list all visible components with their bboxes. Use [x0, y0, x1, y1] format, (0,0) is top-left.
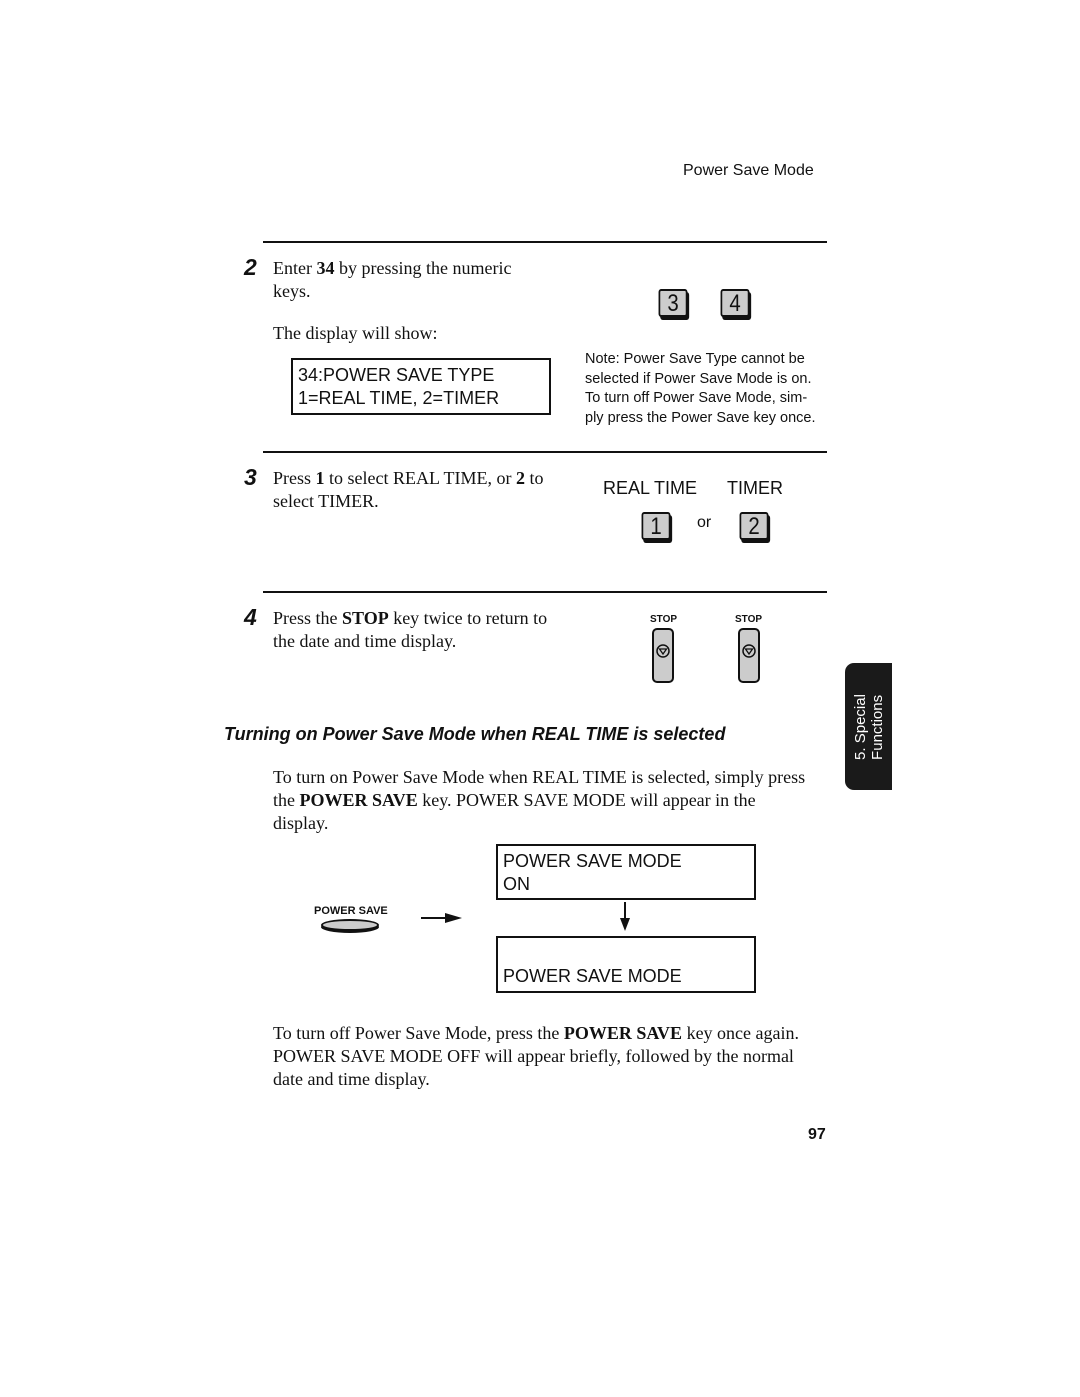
paragraph: To turn off Power Save Mode, press the P… [273, 1022, 813, 1091]
label-real-time: REAL TIME [603, 478, 698, 498]
note-line: ply press the Power Save key once. [585, 409, 816, 426]
lcd-line: POWER SAVE MODE [503, 966, 682, 986]
step-number: 4 [244, 604, 257, 630]
stop-icon [656, 644, 670, 658]
note-line: To turn off Power Save Mode, sim- [585, 390, 808, 406]
stop-label: STOP [735, 614, 763, 625]
stop-icon [742, 644, 756, 658]
text: Press the [273, 608, 342, 628]
stop-key [652, 628, 674, 683]
or-text: or [697, 514, 712, 531]
lcd-display: POWER SAVE MODE [496, 936, 756, 993]
key-4: 4 [720, 289, 750, 317]
text-bold: STOP [342, 608, 389, 628]
divider [263, 451, 827, 453]
text: Enter [273, 258, 317, 278]
power-save-key [321, 919, 379, 931]
lcd-line: 1=REAL TIME, 2=TIMER [298, 388, 500, 408]
key-1: 1 [641, 512, 671, 540]
manual-page: Power Save Mode 2 Enter 34 by pressing t… [0, 0, 1080, 1397]
step-number: 3 [244, 464, 257, 490]
divider [263, 241, 827, 243]
section-heading: Turning on Power Save Mode when REAL TIM… [224, 724, 726, 744]
step-2-text: Enter 34 by pressing the numeric keys. [273, 257, 553, 303]
lcd-line: ON [503, 874, 530, 894]
lcd-line: 34:POWER SAVE TYPE [298, 365, 495, 385]
page-number: 97 [808, 1126, 826, 1143]
key-2: 2 [739, 512, 769, 540]
step-3-text: Press 1 to select REAL TIME, or 2 to sel… [273, 467, 573, 513]
step-4-text: Press the STOP key twice to return to th… [273, 607, 573, 653]
tab-label: Functions [868, 694, 886, 760]
arrow-down-icon [620, 902, 630, 931]
paragraph: To turn on Power Save Mode when REAL TIM… [273, 766, 813, 835]
text-bold: 1 [315, 468, 325, 488]
text-bold: 34 [316, 258, 335, 278]
lcd-display: POWER SAVE MODE ON [496, 844, 756, 900]
chapter-tab: 5. Special Functions [845, 663, 892, 790]
divider [263, 591, 827, 593]
stop-label: STOP [650, 614, 678, 625]
running-header: Power Save Mode [683, 162, 814, 179]
note-line: Note: Power Save Type cannot be [585, 351, 805, 367]
lcd-display: 34:POWER SAVE TYPE 1=REAL TIME, 2=TIMER [291, 358, 551, 415]
lcd-line: POWER SAVE MODE [503, 851, 682, 871]
note: Note: Power Save Type cannot be selected… [585, 350, 816, 428]
label-timer: TIMER [727, 478, 783, 498]
text-bold: POWER SAVE [299, 790, 418, 810]
step-number: 2 [244, 254, 257, 280]
tab-label: 5. Special [851, 693, 869, 760]
arrow-right-icon [421, 913, 462, 923]
power-save-label: POWER SAVE [314, 905, 388, 917]
text: To turn off Power Save Mode, press the [273, 1023, 564, 1043]
note-line: selected if Power Save Mode is on. [585, 370, 812, 387]
display-intro: The display will show: [273, 323, 438, 343]
key-3: 3 [658, 289, 688, 317]
stop-key [738, 628, 760, 683]
text: Press [273, 468, 316, 488]
lcd-line [503, 942, 749, 965]
text: to select REAL TIME, or [324, 468, 516, 488]
text-bold: POWER SAVE [563, 1023, 683, 1043]
text-bold: 2 [515, 468, 525, 488]
